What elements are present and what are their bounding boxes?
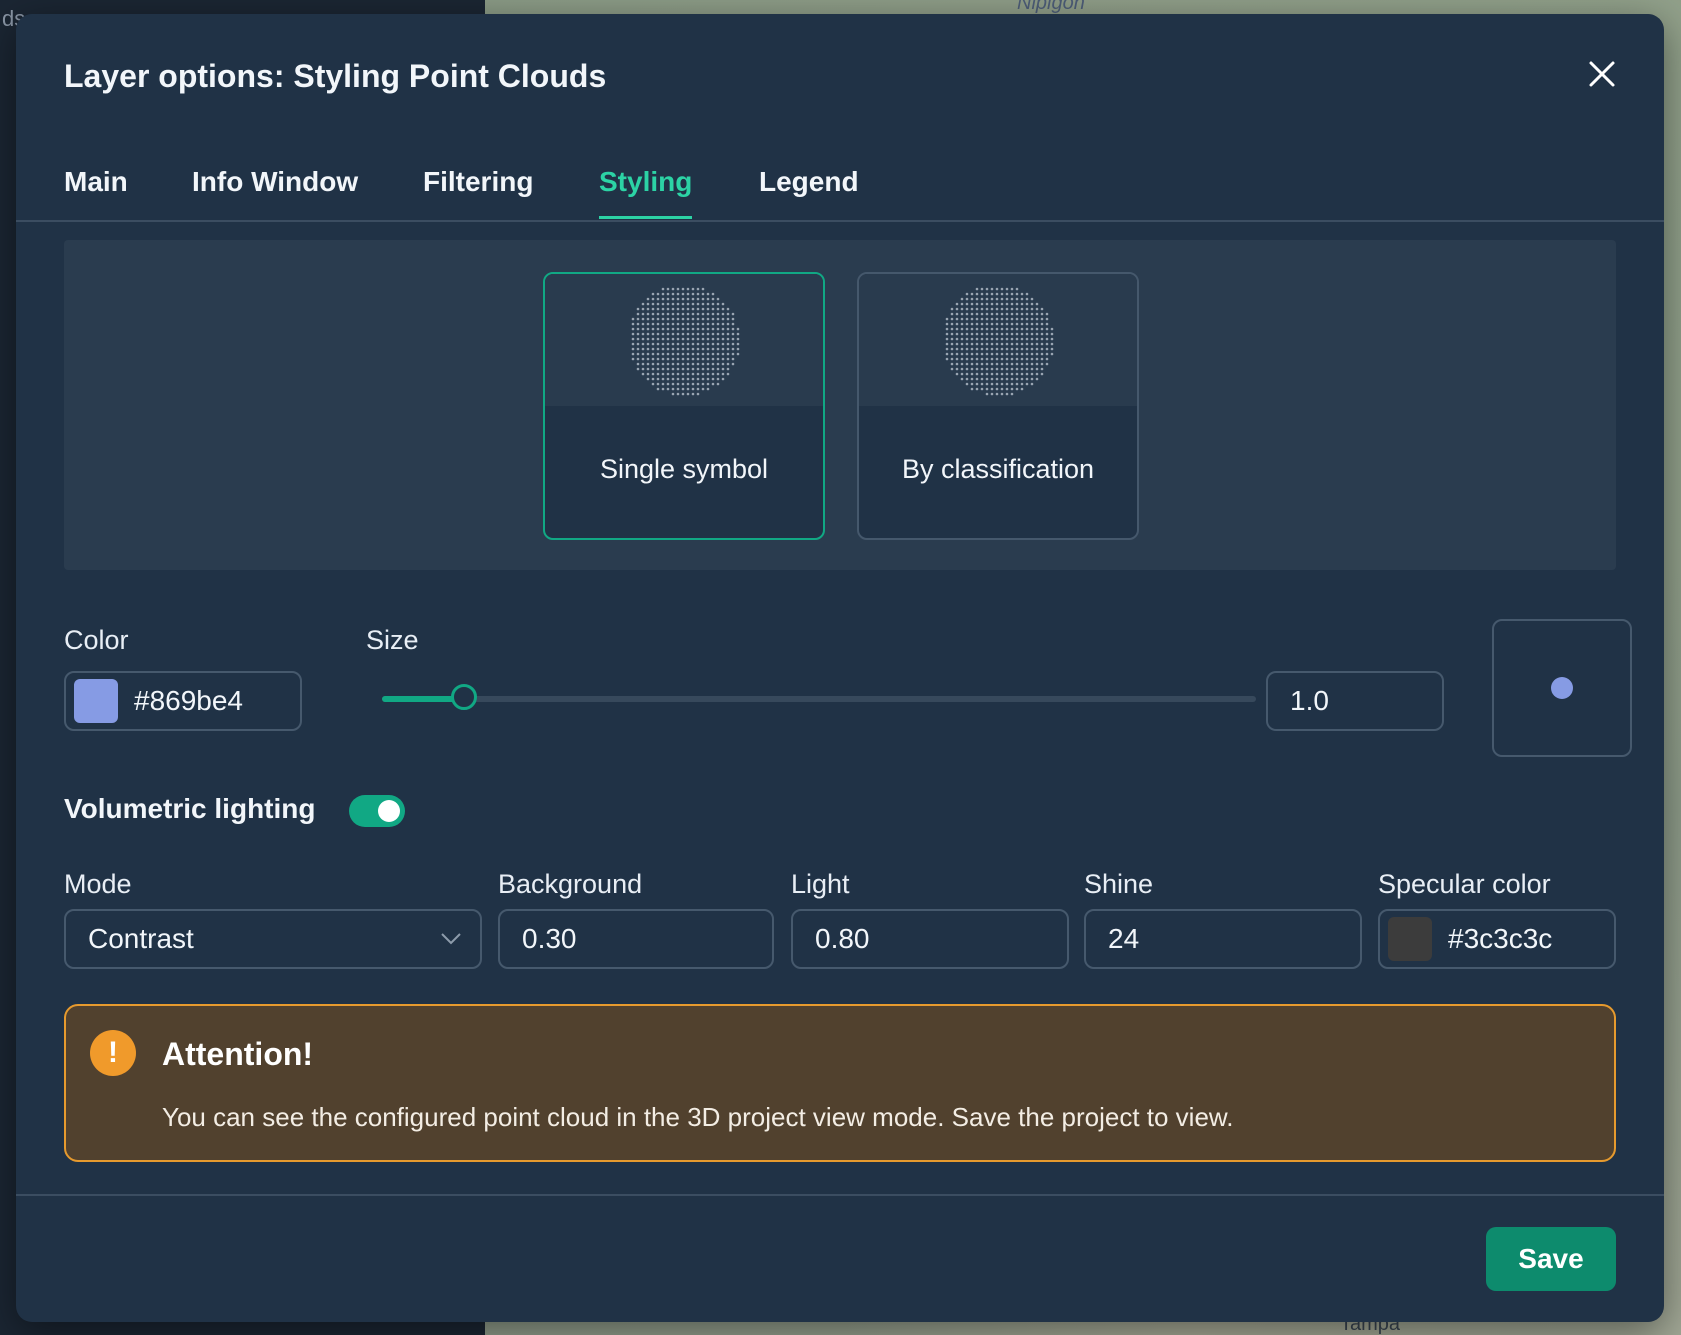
by-classification-card[interactable]: By classification (857, 272, 1139, 540)
size-input[interactable]: 1.0 (1266, 671, 1444, 731)
modal-title: Layer options: Styling Point Clouds (64, 58, 607, 94)
attention-alert: ! Attention! You can see the configured … (64, 1004, 1616, 1162)
by-classification-label: By classification (901, 454, 1095, 484)
alert-title: Attention! (162, 1036, 314, 1072)
by-classification-thumbnail (859, 274, 1137, 406)
volumetric-lighting-toggle[interactable] (349, 795, 405, 827)
shine-value: 24 (1108, 923, 1140, 954)
single-symbol-thumbnail (545, 274, 823, 406)
chevron-down-icon (441, 933, 461, 945)
size-value: 1.0 (1290, 685, 1329, 716)
toggle-knob (378, 800, 400, 822)
single-symbol-card[interactable]: Single symbol (543, 272, 825, 540)
specular-color-label: Specular color (1378, 869, 1551, 899)
point-cloud-icon (945, 287, 1054, 396)
volumetric-lighting-label: Volumetric lighting (64, 793, 316, 824)
layer-options-modal: Layer options: Styling Point Clouds Main… (16, 14, 1664, 1322)
alert-message: You can see the configured point cloud i… (162, 1102, 1234, 1132)
tab-info-window[interactable]: Info Window (192, 166, 358, 216)
map-label-nipigon: Nipigon (1017, 0, 1085, 14)
tab-filtering[interactable]: Filtering (423, 166, 533, 216)
single-symbol-label: Single symbol (599, 454, 769, 484)
close-icon (1589, 61, 1615, 87)
tab-legend[interactable]: Legend (759, 166, 859, 216)
color-value: #869be4 (134, 685, 244, 716)
color-label: Color (64, 625, 129, 655)
background-value: 0.30 (522, 923, 577, 954)
specular-color-swatch[interactable] (1388, 917, 1432, 961)
symbol-preview (1492, 619, 1632, 757)
mode-value: Contrast (88, 923, 194, 954)
size-slider-handle[interactable] (451, 684, 477, 710)
specular-color-value: #3c3c3c (1448, 923, 1553, 954)
color-swatch[interactable] (74, 679, 118, 723)
point-cloud-icon (631, 287, 740, 396)
shine-input[interactable]: 24 (1084, 909, 1362, 969)
light-value: 0.80 (815, 923, 870, 954)
background-input[interactable]: 0.30 (498, 909, 774, 969)
footer-divider (16, 1194, 1664, 1196)
shine-label: Shine (1084, 869, 1154, 899)
mode-select[interactable]: Contrast (64, 909, 482, 969)
mode-label: Mode (64, 869, 132, 899)
preview-point (1551, 677, 1573, 699)
save-button[interactable]: Save (1486, 1227, 1616, 1291)
specular-color-field[interactable]: #3c3c3c (1378, 909, 1616, 969)
background-label: Background (498, 869, 643, 899)
size-label: Size (366, 625, 419, 655)
size-slider[interactable] (382, 684, 1256, 710)
tab-bar: Main Info Window Filtering Styling Legen… (16, 154, 1664, 222)
tab-styling[interactable]: Styling (599, 166, 693, 219)
light-label: Light (791, 869, 850, 899)
styling-type-panel: Single symbol By classification (64, 240, 1616, 570)
color-picker-field[interactable]: #869be4 (64, 671, 302, 731)
warning-icon: ! (90, 1030, 136, 1076)
close-button[interactable] (1580, 52, 1624, 96)
tab-main[interactable]: Main (64, 166, 128, 216)
light-input[interactable]: 0.80 (791, 909, 1069, 969)
